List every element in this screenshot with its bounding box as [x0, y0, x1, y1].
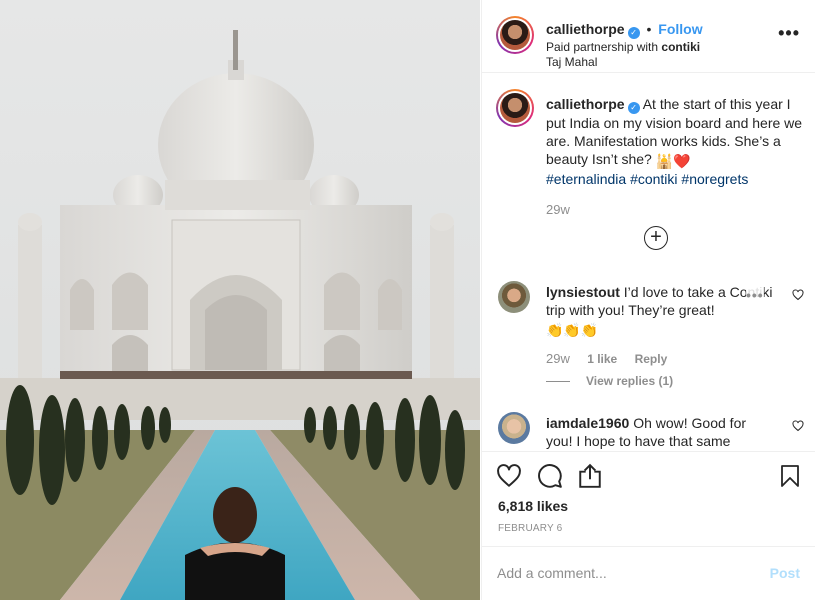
likes-count[interactable]: 6,818 likes [498, 498, 568, 514]
comment-options-icon[interactable]: ••• [746, 287, 764, 303]
hashtag-link[interactable]: #noregrets [681, 171, 748, 187]
more-options-icon[interactable]: ••• [778, 24, 800, 42]
post-date[interactable]: FEBRUARY 6 [498, 523, 562, 534]
partner-link[interactable]: contiki [661, 40, 700, 54]
taj-mahal-image [0, 0, 480, 600]
comment-timestamp[interactable]: 29w [546, 351, 570, 366]
comment-input[interactable] [497, 563, 747, 583]
post-comment-button[interactable]: Post [770, 565, 800, 581]
follow-button[interactable]: Follow [658, 21, 702, 37]
verified-badge-icon: ✓ [627, 27, 640, 39]
author-avatar[interactable] [496, 16, 534, 54]
comments-list[interactable]: calliethorpe ✓ At the start of this year … [482, 73, 815, 451]
post-actions: 6,818 likes FEBRUARY 6 [482, 451, 815, 546]
comment-meta: 29w 1 like Reply [546, 351, 667, 366]
commenter-avatar[interactable] [498, 412, 530, 444]
caption-username[interactable]: calliethorpe [546, 96, 625, 112]
caption-timestamp[interactable]: 29w [546, 202, 570, 217]
caption-emojis: 🕌❤️ [655, 153, 691, 169]
divider [546, 381, 570, 383]
plus-circle-icon[interactable]: + [644, 226, 668, 250]
author-username[interactable]: calliethorpe [546, 21, 625, 37]
caption-avatar[interactable] [496, 89, 534, 127]
comment-heart-icon[interactable] [792, 289, 804, 301]
verified-badge-icon: ✓ [627, 102, 640, 114]
view-replies-button[interactable]: View replies (1) [546, 374, 673, 388]
commenter-avatar[interactable] [498, 281, 530, 313]
reply-button[interactable]: Reply [635, 352, 668, 366]
bookmark-icon[interactable] [778, 463, 802, 489]
heart-icon[interactable] [496, 463, 522, 489]
comment-likes[interactable]: 1 like [587, 352, 617, 366]
separator-dot: • [646, 21, 652, 37]
hashtag-link[interactable]: #eternalindia [546, 171, 626, 187]
post-details-panel: calliethorpe ✓ • Follow Paid partnership … [481, 0, 815, 600]
share-icon[interactable] [577, 463, 603, 489]
comment-bubble-icon[interactable] [537, 463, 563, 489]
post-photo[interactable] [0, 0, 480, 600]
add-comment-bar: Post [482, 546, 815, 600]
location-link[interactable]: Taj Mahal [546, 55, 597, 69]
post-header: calliethorpe ✓ • Follow Paid partnership … [482, 0, 815, 73]
comment-heart-icon[interactable] [792, 420, 804, 432]
commenter-username[interactable]: iamdale1960 [546, 415, 629, 431]
hashtag-link[interactable]: #contiki [630, 171, 677, 187]
commenter-username[interactable]: lynsiestout [546, 284, 620, 300]
paid-partnership-label: Paid partnership with contiki [546, 40, 701, 54]
comment-emojis: 👏👏👏 [546, 322, 599, 338]
